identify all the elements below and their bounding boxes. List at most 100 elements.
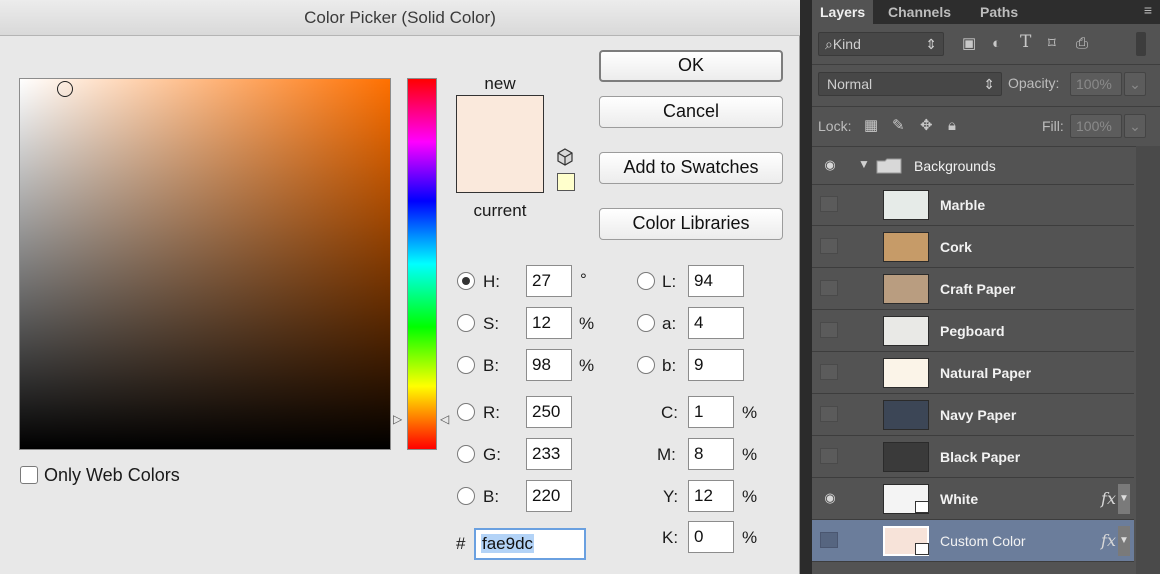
- color-picker-dialog: Color Picker (Solid Color) ▷ ◁ Only Web …: [0, 0, 800, 574]
- lab-a-label: a:: [662, 314, 677, 333]
- layer-row-navy-paper[interactable]: Navy Paper: [812, 394, 1134, 436]
- hue-slider-left-arrow-icon[interactable]: ▷: [393, 413, 402, 425]
- cancel-button[interactable]: Cancel: [599, 96, 783, 128]
- layer-thumbnail: [883, 358, 929, 388]
- lock-label: Lock:: [818, 118, 852, 134]
- lab-l-input[interactable]: 94: [688, 265, 744, 297]
- smart-object-filter-icon[interactable]: ⎙: [1076, 34, 1088, 54]
- opacity-input[interactable]: 100%: [1070, 72, 1122, 96]
- visibility-toggle[interactable]: [820, 322, 838, 338]
- blue-radio[interactable]: [457, 487, 475, 505]
- visibility-toggle[interactable]: [820, 532, 838, 548]
- shape-layer-filter-icon[interactable]: ⌑: [1048, 34, 1056, 54]
- pixel-layer-filter-icon[interactable]: ▣: [962, 34, 976, 54]
- search-icon: ⌕: [825, 36, 833, 52]
- tab-channels[interactable]: Channels: [880, 0, 959, 24]
- layer-group-backgrounds[interactable]: ◉ ▼ Backgrounds: [812, 147, 1134, 185]
- select-arrows-icon: ⇕: [983, 76, 995, 92]
- web-safe-cube-icon[interactable]: [557, 148, 573, 166]
- cyan-input[interactable]: 1: [688, 396, 734, 428]
- effects-expand-icon[interactable]: ▼: [1118, 484, 1130, 514]
- filter-toggle-switch[interactable]: [1136, 32, 1146, 56]
- brightness-input[interactable]: 98: [526, 349, 572, 381]
- visibility-toggle[interactable]: [820, 280, 838, 296]
- saturation-brightness-field[interactable]: [19, 78, 391, 450]
- magenta-input[interactable]: 8: [688, 438, 734, 470]
- lab-b-radio[interactable]: [637, 356, 655, 374]
- fill-input[interactable]: 100%: [1070, 114, 1122, 138]
- green-radio[interactable]: [457, 445, 475, 463]
- blue-input[interactable]: 220: [526, 480, 572, 512]
- blue-label: B:: [483, 487, 500, 506]
- lock-all-icon[interactable]: 🔒︎: [948, 116, 956, 136]
- layer-row-cork[interactable]: Cork: [812, 226, 1134, 268]
- hue-radio[interactable]: [457, 272, 475, 290]
- layer-row-black-paper[interactable]: Black Paper: [812, 436, 1134, 478]
- lock-position-icon[interactable]: ✥: [920, 116, 933, 136]
- ok-button[interactable]: OK: [599, 50, 783, 82]
- type-layer-filter-icon[interactable]: T: [1020, 32, 1031, 52]
- saturation-unit: %: [579, 314, 595, 333]
- add-to-swatches-button[interactable]: Add to Swatches: [599, 152, 783, 184]
- visibility-toggle[interactable]: [820, 196, 838, 212]
- yellow-input[interactable]: 12: [688, 480, 734, 512]
- layer-row-craft-paper[interactable]: Craft Paper: [812, 268, 1134, 310]
- filter-kind-value: Kind: [832, 36, 861, 52]
- lock-transparency-icon[interactable]: ▦: [864, 116, 878, 136]
- saturation-input[interactable]: 12: [526, 307, 572, 339]
- visibility-toggle[interactable]: [820, 238, 838, 254]
- cyan-unit: %: [742, 403, 758, 422]
- adjustment-layer-filter-icon[interactable]: ◐: [992, 34, 1001, 54]
- fx-icon[interactable]: fx: [1101, 531, 1116, 550]
- group-expand-triangle-icon[interactable]: ▼: [858, 157, 870, 171]
- layers-scrollbar[interactable]: [1136, 146, 1160, 574]
- hue-slider-right-arrow-icon[interactable]: ◁: [440, 413, 449, 425]
- hue-input[interactable]: 27: [526, 265, 572, 297]
- layer-row-pegboard[interactable]: Pegboard: [812, 310, 1134, 352]
- lab-b-input[interactable]: 9: [688, 349, 744, 381]
- layer-row-custom-color[interactable]: Custom Color fx ▼: [812, 520, 1134, 562]
- hex-input[interactable]: fae9dc: [474, 528, 586, 560]
- visibility-toggle[interactable]: [820, 448, 838, 464]
- opacity-dropdown-icon[interactable]: ⌄: [1124, 72, 1146, 96]
- tab-paths[interactable]: Paths: [972, 0, 1026, 24]
- layer-name: Navy Paper: [940, 407, 1017, 423]
- magenta-label: M:: [657, 445, 676, 464]
- red-radio[interactable]: [457, 403, 475, 421]
- lab-a-input[interactable]: 4: [688, 307, 744, 339]
- opacity-label: Opacity:: [1008, 75, 1060, 91]
- eye-icon[interactable]: ◉: [820, 156, 840, 174]
- brightness-radio[interactable]: [457, 356, 475, 374]
- divider: [812, 64, 1160, 65]
- panel-menu-icon[interactable]: ≡: [1144, 2, 1152, 18]
- hue-slider[interactable]: [407, 78, 437, 450]
- red-input[interactable]: 250: [526, 396, 572, 428]
- lab-l-radio[interactable]: [637, 272, 655, 290]
- visibility-toggle[interactable]: [820, 364, 838, 380]
- green-input[interactable]: 233: [526, 438, 572, 470]
- saturation-label: S:: [483, 314, 500, 333]
- layer-row-natural-paper[interactable]: Natural Paper: [812, 352, 1134, 394]
- only-web-colors-checkbox[interactable]: [20, 466, 38, 484]
- color-field-cursor[interactable]: [57, 81, 73, 97]
- brightness-unit: %: [579, 356, 595, 375]
- black-input[interactable]: 0: [688, 521, 734, 553]
- layer-row-marble[interactable]: Marble: [812, 184, 1134, 226]
- current-color-label: current: [473, 201, 527, 220]
- lab-a-radio[interactable]: [637, 314, 655, 332]
- fill-dropdown-icon[interactable]: ⌄: [1124, 114, 1146, 138]
- effects-expand-icon[interactable]: ▼: [1118, 526, 1130, 556]
- lock-image-pixels-icon[interactable]: ✎: [892, 116, 905, 136]
- layer-name: Black Paper: [940, 449, 1021, 465]
- visibility-toggle[interactable]: [820, 406, 838, 422]
- tab-layers[interactable]: Layers: [812, 0, 874, 24]
- saturation-radio[interactable]: [457, 314, 475, 332]
- filter-kind-select[interactable]: ⌕Kind ⇕: [818, 32, 944, 56]
- layer-mask-icon: [915, 501, 929, 513]
- fx-icon[interactable]: fx: [1101, 489, 1116, 508]
- layer-row-white[interactable]: ◉ White fx ▼: [812, 478, 1134, 520]
- blend-mode-select[interactable]: Normal ⇕: [818, 72, 1002, 96]
- color-libraries-button[interactable]: Color Libraries: [599, 208, 783, 240]
- web-safe-color-swatch[interactable]: [557, 173, 575, 191]
- eye-icon[interactable]: ◉: [820, 489, 840, 507]
